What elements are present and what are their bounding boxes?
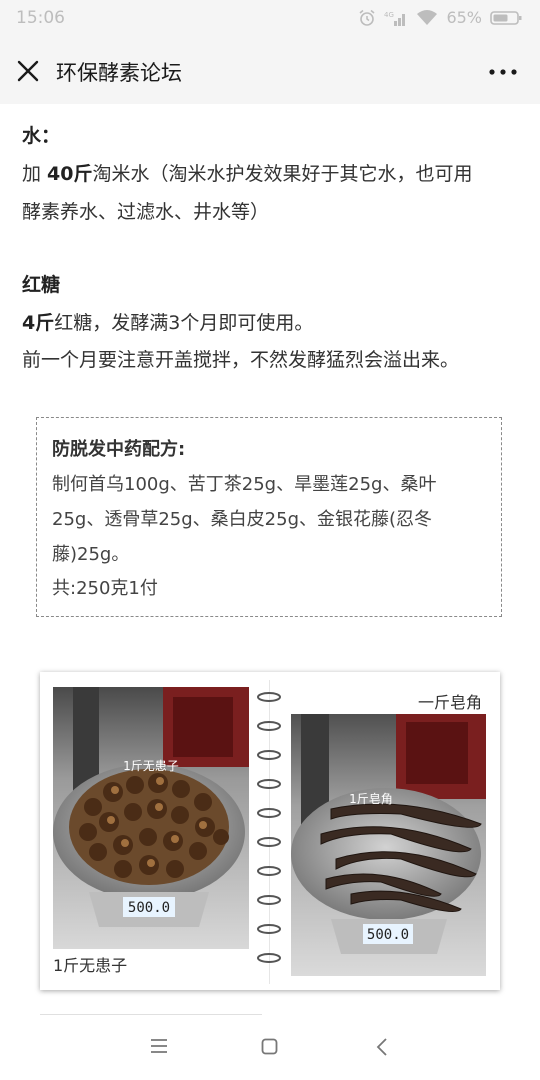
signal-icon: 4G <box>384 11 406 26</box>
water-heading: 水： <box>22 125 61 147</box>
soapnut-caption: 1斤无患子 <box>53 956 128 975</box>
page-title: 环保酵素论坛 <box>56 61 182 85</box>
sugar-line-2: 前一个月要注意开盖搅拌，不然发酵猛烈会溢出来。 <box>22 349 460 371</box>
home-icon[interactable] <box>261 1038 278 1055</box>
recipe-line-4: 共:250克1付 <box>52 578 158 599</box>
photo-card[interactable]: 500.0 1斤无患子 1斤无患子 一斤皂角 500.0 1斤皂角 <box>40 672 500 990</box>
water-rest: 淘米水（淘米水护发效果好于其它水，也可用 <box>92 163 473 185</box>
content-divider <box>40 1014 262 1015</box>
battery-percent: 65% <box>446 8 482 27</box>
close-icon[interactable] <box>14 57 42 85</box>
soap-pod-photo-art: 500.0 1斤皂角 <box>291 714 486 976</box>
back-icon[interactable] <box>376 1038 388 1056</box>
pod-photo-label: 1斤皂角 <box>349 792 393 806</box>
spiral-binding <box>257 692 281 963</box>
menu-icon[interactable] <box>150 1038 168 1054</box>
network-type-label: 4G <box>384 11 394 19</box>
recipe-line-2: 25g、透骨草25g、桑白皮25g、金银花藤(忍冬 <box>52 509 433 530</box>
recipe-box: 防脱发中药配方: 制何首乌100g、苦丁茶25g、旱墨莲25g、桑叶 25g、透… <box>36 417 502 617</box>
recipe-line-3: 藤)25g。 <box>52 544 130 565</box>
sugar-amount: 4斤 <box>22 312 55 334</box>
title-bar: 环保酵素论坛 <box>0 38 540 104</box>
status-time: 15:06 <box>16 8 65 28</box>
battery-icon <box>490 10 522 25</box>
pod-scale-reading: 500.0 <box>367 927 409 943</box>
sugar-rest: 红糖，发酵满3个月即可使用。 <box>54 312 314 334</box>
water-line-2: 酵素养水、过滤水、井水等） <box>22 201 270 223</box>
sugar-heading: 红糖 <box>22 274 61 296</box>
water-amount: 40斤 <box>47 163 93 185</box>
status-bar: 15:06 4G 65% <box>0 0 540 38</box>
soapnut-photo-art: 500.0 1斤无患子 <box>53 687 249 949</box>
status-icons: 4G 65% <box>358 8 522 27</box>
sugar-line-1: 4斤红糖，发酵满3个月即可使用。 <box>22 308 313 335</box>
soapnut-photo: 500.0 1斤无患子 <box>53 687 249 949</box>
recipe-line-1: 制何首乌100g、苦丁茶25g、旱墨莲25g、桑叶 <box>52 474 437 495</box>
wifi-icon <box>417 9 438 25</box>
more-icon[interactable] <box>488 68 518 76</box>
soapnut-photo-label: 1斤无患子 <box>123 759 179 773</box>
water-line-1: 加 40斤淘米水（淘米水护发效果好于其它水，也可用 <box>22 159 473 186</box>
system-nav-bar <box>0 1020 540 1080</box>
recipe-title: 防脱发中药配方: <box>52 439 186 460</box>
pod-caption: 一斤皂角 <box>418 693 483 712</box>
soapnut-scale-reading: 500.0 <box>128 900 170 916</box>
soap-pod-photo: 500.0 1斤皂角 <box>291 714 486 976</box>
alarm-icon <box>359 9 375 26</box>
water-prefix: 加 <box>22 163 48 185</box>
